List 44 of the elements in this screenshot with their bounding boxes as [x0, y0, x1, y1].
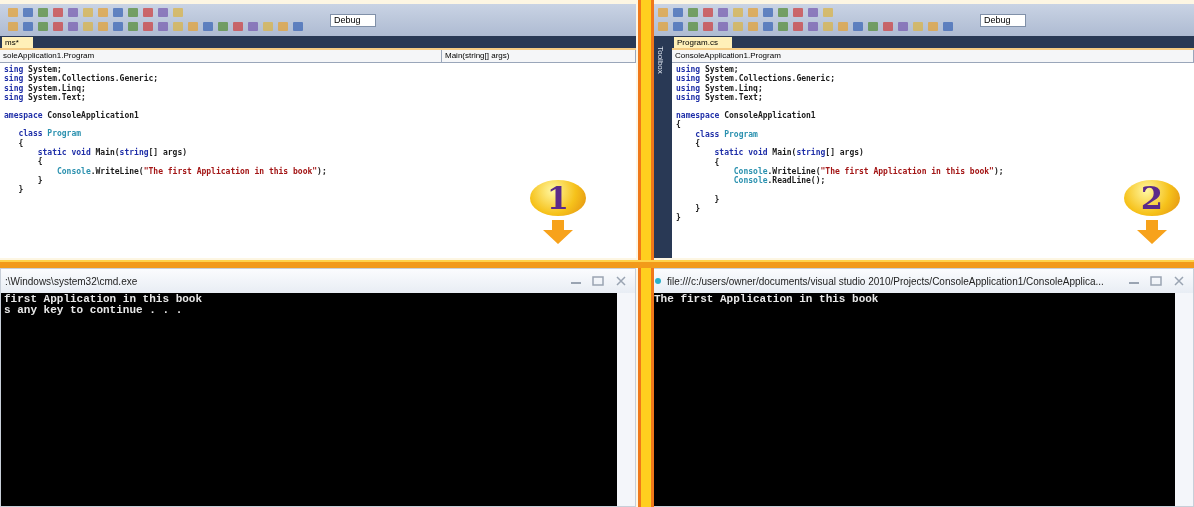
- code-line: using System;: [676, 65, 739, 75]
- down-arrow-icon: [1137, 220, 1167, 244]
- window-controls-icon[interactable]: [569, 276, 629, 286]
- configuration-dropdown[interactable]: Debug: [330, 13, 376, 27]
- code-line: class Program: [17, 129, 83, 139]
- code-line: {: [694, 139, 702, 149]
- member-dropdown[interactable]: Main(string[] args): [442, 50, 636, 62]
- file-tab[interactable]: Program.cs: [674, 37, 732, 48]
- code-line: {: [676, 120, 681, 130]
- console-output-line: The first Application in this book: [654, 294, 880, 305]
- code-line: Console.WriteLine("The first Application in this book");: [55, 166, 328, 176]
- class-dropdown[interactable]: soleApplication1.Program: [0, 50, 442, 62]
- code-line: Console.ReadLine();: [732, 176, 827, 186]
- code-line: }: [36, 175, 44, 186]
- code-line: namespace ConsoleApplication1: [676, 111, 817, 121]
- configuration-dropdown[interactable]: Debug: [980, 13, 1026, 27]
- console-title: :\Windows\system32\cmd.exe: [5, 275, 139, 287]
- file-tab[interactable]: ms*: [2, 37, 33, 48]
- code-line: Console.WriteLine("The first Application in this book");: [732, 166, 1005, 177]
- console-output-line: first Application in this book: [4, 294, 204, 305]
- code-line: sing System.Linq;: [4, 83, 86, 93]
- code-line: }: [713, 194, 721, 204]
- code-line: amespace ConsoleApplication1: [4, 111, 140, 121]
- code-line: using System.Text;: [676, 92, 764, 103]
- code-line: {: [17, 138, 25, 149]
- code-line: using System.Collections.Generic;: [676, 74, 836, 84]
- code-line: }: [694, 203, 702, 214]
- console-output-line: s any key to continue . . .: [4, 305, 184, 316]
- down-arrow-icon: [543, 220, 573, 244]
- code-line: {: [36, 157, 44, 167]
- code-line: sing System.Collections.Generic;: [4, 74, 160, 84]
- code-line: {: [713, 157, 721, 167]
- code-line: sing System;: [4, 65, 62, 75]
- code-line: static void Main(string[] args): [713, 148, 865, 158]
- class-dropdown[interactable]: ConsoleApplication1.Program: [672, 50, 1194, 62]
- code-line: using System.Linq;: [676, 83, 763, 93]
- window-controls-icon[interactable]: [1127, 276, 1187, 286]
- code-line: }: [17, 185, 25, 195]
- code-line: }: [676, 213, 682, 223]
- code-line: sing System.Text;: [4, 92, 87, 103]
- code-line: class Program: [694, 129, 759, 139]
- toolbox-label[interactable]: Toolbox: [657, 46, 665, 74]
- console-title: file:///c:/users/owner/documents/visual studio 2010/Projects/ConsoleApplication1/ConsoleApplica...: [667, 275, 1105, 287]
- code-line: static void Main(string[] args): [36, 148, 189, 158]
